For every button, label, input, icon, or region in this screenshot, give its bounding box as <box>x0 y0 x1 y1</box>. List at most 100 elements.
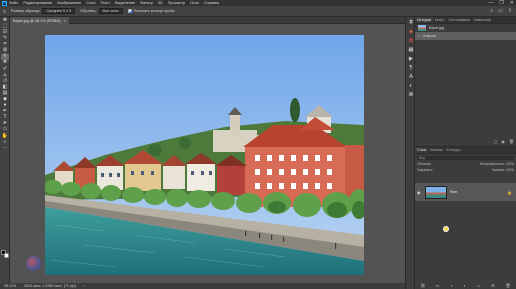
layer-row-background[interactable]: ◉ Фон 🔒 <box>415 183 516 201</box>
show-ring-option[interactable]: Показать кольцо пробы <box>127 9 176 13</box>
options-bar: ⚲ Размер образца: Среднее 5 х 5 Образец:… <box>0 6 516 17</box>
opacity-label: Непрозрачность: <box>479 162 505 166</box>
tab-history[interactable]: История <box>415 17 433 23</box>
sample-label: Образец: <box>80 9 97 13</box>
properties-panel-icon[interactable]: ◈ <box>407 28 415 35</box>
character-panel-icon[interactable]: A <box>407 73 415 80</box>
history-panel-icon[interactable]: ⧗ <box>407 19 415 26</box>
blend-mode-select[interactable]: Обычные <box>417 162 431 166</box>
panel-icon-strip: ⧗ ◈ ✿ ▦ ▶ ¶ A ◐ ⌘ <box>405 17 415 289</box>
history-state-label: Открыть <box>422 34 437 38</box>
document-tab-title: Берег.jpg @ 28,1% (RGB/8) <box>13 18 61 23</box>
paragraph-panel-icon[interactable]: ¶ <box>407 64 415 71</box>
layers-panel: Слои Каналы Контуры Вид Обычные Непрозра… <box>415 146 516 289</box>
snapshot-icon[interactable]: ◉ <box>501 139 505 144</box>
link-layers-icon[interactable]: ⛓ <box>420 283 425 288</box>
group-folder-icon[interactable]: ▭ <box>477 283 481 288</box>
opacity-control[interactable]: Непрозрачность: 100% <box>480 162 514 166</box>
eyedropper-tool-icon[interactable]: ⚲ <box>3 9 6 14</box>
search-icon[interactable]: ⌕ <box>490 8 493 14</box>
mouse-cursor-highlight <box>443 226 449 232</box>
sample-size-label: Размер образца: <box>10 9 41 13</box>
menu-view[interactable]: Просмотр <box>168 1 185 5</box>
history-snapshot-row[interactable]: Берег.jpg <box>415 24 516 32</box>
new-layer-icon[interactable]: ⊞ <box>491 283 494 288</box>
delete-layer-icon[interactable]: 🗑 <box>505 283 510 288</box>
adjustment-layer-icon[interactable]: ◐ <box>463 283 465 288</box>
more-tools-icon[interactable]: ⋯ <box>1 145 9 151</box>
document-tab[interactable]: Берег.jpg @ 28,1% (RGB/8) × <box>10 17 69 24</box>
blend-opacity-row: Обычные Непрозрачность: 100% <box>417 162 514 167</box>
show-ring-label: Показать кольцо пробы <box>133 9 176 13</box>
document-info[interactable]: 3000 пикс. x 2250 пикс. (72 ppi) <box>24 284 76 288</box>
zoom-level[interactable]: 28,12% <box>4 284 16 288</box>
menu-filter[interactable]: Фильтр <box>140 1 153 5</box>
history-panel: История Инфо Гистограмма Навигатор Берег… <box>415 17 516 145</box>
adjustments-panel-icon[interactable]: ◐ <box>407 82 415 89</box>
layers-panel-tabs: Слои Каналы Контуры <box>415 147 516 154</box>
fill-control[interactable]: Заливка: 100% <box>492 168 514 172</box>
menu-image[interactable]: Изображение <box>57 1 81 5</box>
document-tab-bar: Берег.jpg @ 28,1% (RGB/8) × <box>10 17 405 24</box>
photoshop-logo-icon[interactable]: Ps <box>2 0 7 6</box>
channel-logo-watermark <box>26 256 41 271</box>
lakeside-town-photo <box>45 35 364 275</box>
lock-label: Закрепить: <box>417 168 434 172</box>
layer-name[interactable]: Фон <box>450 190 457 194</box>
layer-filter-field[interactable]: Вид <box>417 155 514 160</box>
glyphs-panel-icon[interactable]: ⌘ <box>407 91 415 98</box>
lock-fill-row: Закрепить: Заливка: 100% <box>417 168 514 173</box>
status-bar: 28,12% 3000 пикс. x 2250 пикс. (72 ppi) … <box>0 283 405 289</box>
layer-style-icon[interactable]: fx <box>436 283 439 288</box>
sample-size-select[interactable]: Среднее 5 х 5 <box>42 8 76 14</box>
menu-3d[interactable]: 3D <box>158 1 163 5</box>
history-panel-actions: ▢ ◉ 🗑 <box>494 139 514 144</box>
background-color-swatch[interactable] <box>4 253 9 258</box>
document-canvas[interactable] <box>45 35 364 275</box>
share-icon[interactable]: ⇪ <box>508 8 512 14</box>
history-state-row[interactable]: ▪ Открыть <box>415 32 516 40</box>
status-arrow-icon[interactable]: › <box>84 284 85 288</box>
new-document-icon[interactable]: ▢ <box>494 139 498 144</box>
actions-panel-icon[interactable]: ▶ <box>407 55 415 62</box>
menu-window[interactable]: Окно <box>190 1 199 5</box>
opacity-value[interactable]: 100% <box>506 162 514 166</box>
menu-help[interactable]: Справка <box>204 1 219 5</box>
shape-tool-icon[interactable]: ▭ <box>1 127 9 133</box>
menu-layers[interactable]: Слои <box>86 1 95 5</box>
workspace-icon[interactable]: ▭ <box>498 8 503 14</box>
history-state-icon: ▪ <box>418 34 420 38</box>
tab-info[interactable]: Инфо <box>433 17 447 23</box>
lock-icon[interactable]: 🔒 <box>507 190 512 195</box>
color-swatches[interactable] <box>1 250 9 259</box>
options-right-icons: ⌕ ▭ ⇪ <box>490 8 512 14</box>
menu-select[interactable]: Выделение <box>115 1 135 5</box>
healing-brush-tool-icon[interactable]: ✚ <box>1 60 9 66</box>
tools-panel: ✥ ⬚ ᘏ ✎ ⌗ ⊠ ⚲ ✚ ✐ ⚶ ↺ ◧ ▤ ◆ ● ✒ T ➤ ▭ ✋ … <box>0 17 10 285</box>
show-ring-checkbox[interactable] <box>127 9 132 13</box>
canvas-area[interactable] <box>10 24 405 283</box>
tab-histogram[interactable]: Гистограмма <box>446 17 471 23</box>
visibility-eye-icon[interactable]: ◉ <box>417 190 422 195</box>
tab-layers[interactable]: Слои <box>415 147 428 153</box>
layer-thumbnail <box>425 185 447 199</box>
tab-channels[interactable]: Каналы <box>428 147 445 153</box>
layer-mask-icon[interactable]: ◑ <box>450 283 452 288</box>
sample-select[interactable]: Все слои <box>98 8 123 14</box>
layer-filter-label: Вид <box>419 155 425 160</box>
sample-option: Образец: Все слои <box>80 8 123 14</box>
fill-value[interactable]: 100% <box>506 168 514 172</box>
trash-icon[interactable]: 🗑 <box>509 139 514 144</box>
menu-type[interactable]: Текст <box>100 1 110 5</box>
brush-tool-icon[interactable]: ✐ <box>1 66 9 72</box>
menu-file[interactable]: Файл <box>9 1 18 5</box>
tab-navigator[interactable]: Навигатор <box>472 17 493 23</box>
menu-edit[interactable]: Редактирование <box>23 1 52 5</box>
color-panel-icon[interactable]: ✿ <box>407 37 415 44</box>
layers-panel-actions: ⛓ fx ◑ ◐ ▭ ⊞ 🗑 <box>415 283 516 288</box>
swatches-panel-icon[interactable]: ▦ <box>407 46 415 53</box>
tab-paths[interactable]: Контуры <box>445 147 463 153</box>
right-panels: История Инфо Гистограмма Навигатор Берег… <box>415 17 516 289</box>
fill-label: Заливка: <box>491 168 505 172</box>
close-tab-icon[interactable]: × <box>64 19 66 23</box>
